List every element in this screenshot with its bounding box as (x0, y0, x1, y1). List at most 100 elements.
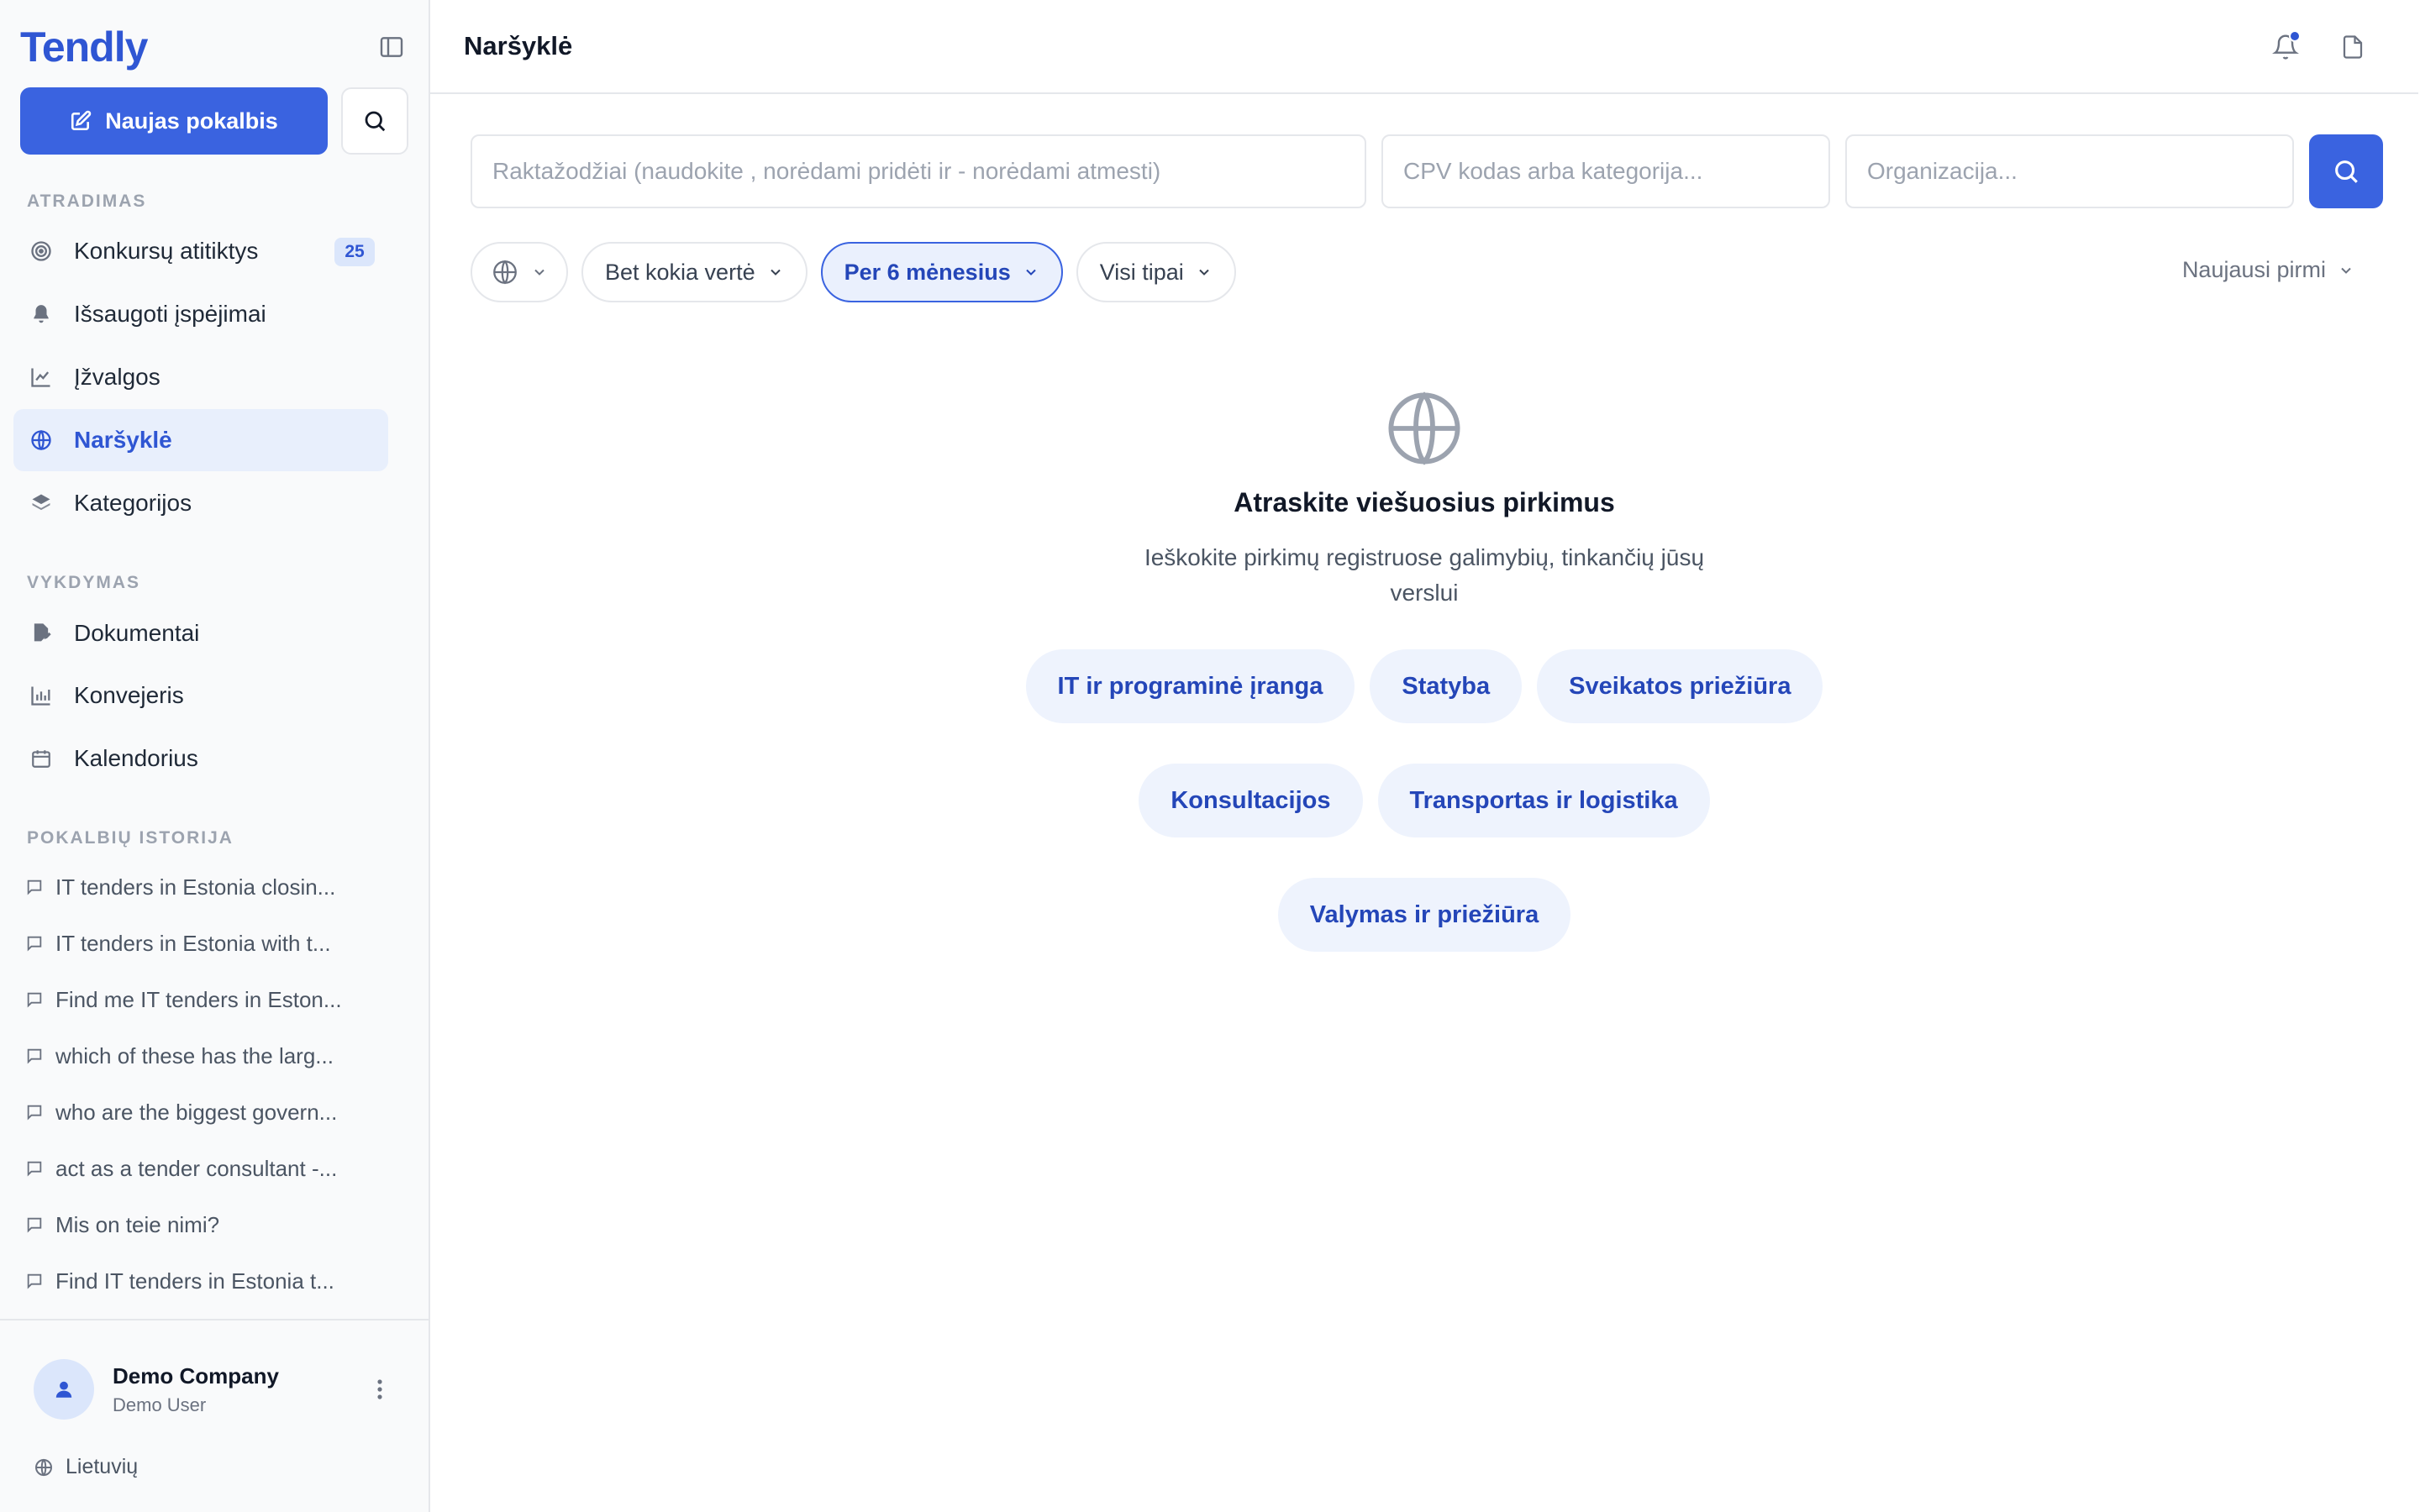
sidebar-item-insights[interactable]: Įžvalgos (13, 346, 388, 408)
sidebar-item-saved-alerts[interactable]: Išsaugoti įspėjimai (13, 283, 388, 345)
value-filter-label: Bet kokia vertė (605, 259, 755, 285)
type-filter[interactable]: Visi tipai (1076, 242, 1236, 302)
category-chip[interactable]: Konsultacijos (1139, 764, 1363, 837)
notification-dot (2289, 30, 2301, 42)
sidebar-search-button[interactable] (341, 87, 408, 155)
chat-bubble-icon (27, 1161, 42, 1177)
sidebar-item-categories[interactable]: Kategorijos (13, 472, 388, 534)
history-item-label: IT tenders in Estonia with t... (55, 930, 331, 956)
chevron-down-icon (1026, 269, 1036, 276)
chat-bubble-icon (27, 879, 42, 895)
organization-input[interactable] (1845, 134, 2294, 208)
sidebar-toggle-button[interactable] (373, 29, 410, 66)
period-filter-label: Per 6 mėnesius (844, 259, 1011, 285)
main-content: Naršyklė Raktažodžiai (naudokite , norėd… (430, 0, 2420, 1512)
user-menu-button[interactable] (366, 1376, 393, 1403)
notifications-button[interactable] (2267, 29, 2304, 66)
documents-button[interactable] (2334, 29, 2371, 66)
history-item-label: Mis on teie nimi? (55, 1211, 220, 1237)
globe-icon (1388, 391, 1460, 465)
user-icon (55, 1381, 72, 1398)
matches-count-badge: 25 (334, 238, 375, 266)
empty-state-title: Atraskite viešuosius pirkimus (1234, 487, 1615, 517)
category-chip[interactable]: Statyba (1370, 649, 1523, 723)
topbar-actions (2267, 29, 2371, 66)
sidebar: Tendly Naujas pokalbis ATRADIMAS Konkurs… (0, 0, 430, 1512)
user-meta: Demo Company Demo User (113, 1363, 279, 1416)
sidebar-toggle-icon (380, 37, 403, 57)
chevron-down-icon (1199, 269, 1209, 276)
history-item[interactable]: which of these has the larg... (25, 1032, 378, 1079)
topbar: Naršyklė (430, 0, 2418, 94)
history-item-label: Find IT tenders in Estonia t... (55, 1268, 334, 1294)
chat-bubble-icon (27, 1217, 42, 1233)
globe-icon (35, 1458, 52, 1476)
history-item-label: Find me IT tenders in Eston... (55, 986, 342, 1012)
chat-bubble-icon (27, 936, 42, 952)
section-label-execution: VYKDYMAS (27, 573, 141, 592)
history-item[interactable]: IT tenders in Estonia with t... (25, 920, 378, 967)
history-item[interactable]: act as a tender consultant -... (25, 1145, 378, 1192)
category-row: IT ir programinė įranga Statyba Sveikato… (1025, 649, 1823, 723)
bell-icon (29, 302, 54, 327)
sidebar-item-label: Įžvalgos (74, 364, 160, 390)
empty-state-description: Ieškokite pirkimų registruose galimybių,… (1144, 544, 1705, 606)
value-filter[interactable]: Bet kokia vertė (581, 242, 808, 302)
globe-icon (29, 428, 54, 453)
chat-bubble-icon (27, 992, 42, 1008)
sidebar-item-pipeline[interactable]: Konvejeris (13, 664, 388, 727)
sidebar-item-documents[interactable]: Dokumentai (13, 602, 388, 664)
search-icon (365, 111, 386, 132)
sidebar-item-matches[interactable]: Konkursų atitiktys 25 (13, 220, 388, 282)
cpv-input[interactable] (1381, 134, 1830, 208)
keywords-input[interactable] (471, 134, 1366, 208)
bar-chart-icon (29, 683, 54, 708)
sidebar-item-label: Konvejeris (74, 682, 184, 708)
type-filter-label: Visi tipai (1099, 259, 1184, 285)
brand-logo[interactable]: Tendly (20, 23, 148, 71)
search-row (471, 134, 2383, 208)
chevron-down-icon (534, 269, 544, 276)
period-filter[interactable]: Per 6 mėnesius (820, 242, 1063, 302)
user-profile[interactable]: Demo Company Demo User (34, 1356, 412, 1423)
language-label: Lietuvių (66, 1455, 139, 1478)
avatar (34, 1359, 94, 1420)
category-chip[interactable]: Valymas ir priežiūra (1277, 878, 1571, 952)
history-item-label: act as a tender consultant -... (55, 1155, 338, 1181)
chevron-down-icon (770, 269, 781, 276)
category-chip[interactable]: Transportas ir logistika (1377, 764, 1710, 837)
sort-dropdown[interactable]: Naujausi pirmi (2182, 257, 2354, 283)
language-selector[interactable]: Lietuvių (34, 1455, 138, 1479)
edit-icon (71, 110, 92, 131)
category-row: Konsultacijos Transportas ir logistika (1139, 764, 1710, 837)
history-item[interactable]: Find me IT tenders in Eston... (25, 976, 378, 1023)
chat-bubble-icon (27, 1273, 42, 1289)
globe-icon (493, 260, 517, 285)
history-item[interactable]: Find IT tenders in Estonia t... (25, 1257, 378, 1305)
history-item[interactable]: who are the biggest govern... (25, 1089, 378, 1136)
brand-row: Tendly (20, 18, 410, 76)
file-icon (2343, 35, 2363, 59)
sort-label: Naujausi pirmi (2181, 257, 2326, 282)
target-icon (29, 239, 54, 264)
sidebar-item-label: Išsaugoti įspėjimai (74, 301, 266, 327)
search-submit-button[interactable] (2309, 134, 2383, 208)
category-chip[interactable]: Sveikatos priežiūra (1537, 649, 1823, 723)
trend-chart-icon (29, 365, 54, 390)
history-item[interactable]: IT tenders in Estonia closin... (25, 864, 378, 911)
filter-row: Bet kokia vertė Per 6 mėnesius Visi tipa… (471, 242, 1236, 302)
sidebar-item-calendar[interactable]: Kalendorius (13, 727, 388, 790)
search-icon (2335, 160, 2358, 183)
user-company: Demo Company (113, 1362, 279, 1389)
new-chat-row: Naujas pokalbis (20, 87, 408, 155)
new-chat-button[interactable]: Naujas pokalbis (20, 87, 328, 155)
page-title: Naršyklė (464, 31, 573, 60)
country-filter[interactable] (471, 242, 568, 302)
sidebar-item-label: Konkursų atitiktys (74, 238, 259, 264)
history-item[interactable]: Mis on teie nimi? (25, 1201, 378, 1248)
chat-bubble-icon (27, 1048, 42, 1064)
section-label-discovery: ATRADIMAS (27, 192, 147, 211)
sidebar-item-browser[interactable]: Naršyklė (13, 409, 388, 471)
category-chip[interactable]: IT ir programinė įranga (1025, 649, 1355, 723)
sidebar-item-label: Dokumentai (74, 620, 200, 646)
